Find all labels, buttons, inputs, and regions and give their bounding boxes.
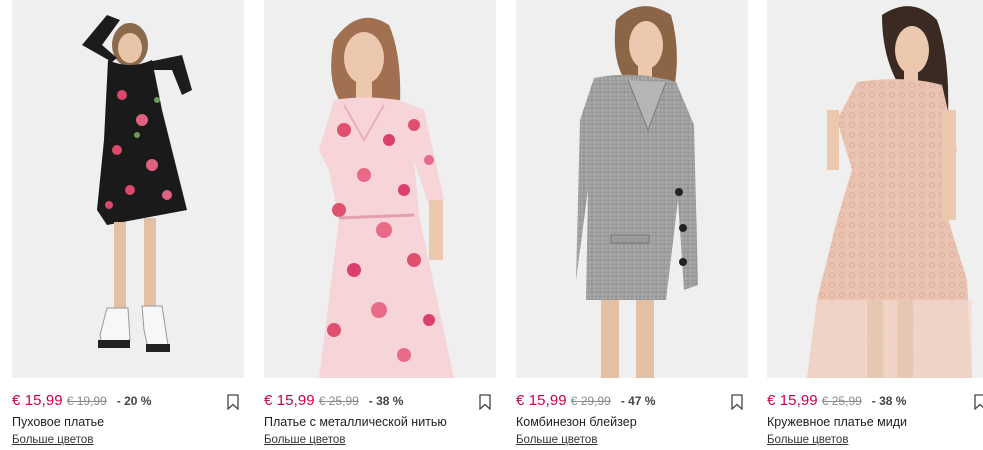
product-meta: € 15,99 € 29,99 - 47 % Комбинезон блейзе… [516, 378, 748, 450]
more-colors-link[interactable]: Больше цветов [12, 434, 93, 446]
product-name[interactable]: Кружевное платье миди [767, 415, 907, 429]
product-grid: € 15,99 € 19,99 - 20 % Пуховое платье Бо… [0, 0, 983, 450]
product-image-floral-pink-dress[interactable] [264, 0, 496, 378]
product-image-lace-midi-dress[interactable] [767, 0, 983, 378]
discount-badge: - 20 % [116, 394, 152, 408]
current-price: € 15,99 [767, 392, 818, 409]
product-card: € 15,99 € 19,99 - 20 % Пуховое платье Бо… [12, 0, 244, 450]
old-price: € 25,99 [821, 394, 862, 408]
discount-badge: - 38 % [871, 394, 907, 408]
current-price: € 15,99 [12, 392, 63, 409]
price-row: € 15,99 € 25,99 - 38 % [767, 392, 983, 412]
product-meta: € 15,99 € 19,99 - 20 % Пуховое платье Бо… [12, 378, 244, 450]
bookmark-icon[interactable] [973, 394, 983, 411]
discount-badge: - 38 % [368, 394, 404, 408]
current-price: € 15,99 [264, 392, 315, 409]
product-meta: € 15,99 € 25,99 - 38 % Кружевное платье … [767, 378, 983, 450]
more-colors-link[interactable]: Больше цветов [516, 434, 597, 446]
product-name[interactable]: Пуховое платье [12, 415, 104, 429]
product-image-check-blazer-playsuit[interactable] [516, 0, 748, 378]
product-card: € 15,99 € 25,99 - 38 % Платье с металлич… [264, 0, 496, 450]
more-colors-link[interactable]: Больше цветов [264, 434, 345, 446]
bookmark-icon[interactable] [478, 394, 492, 411]
bookmark-icon[interactable] [730, 394, 744, 411]
old-price: € 19,99 [66, 394, 107, 408]
bookmark-icon[interactable] [226, 394, 240, 411]
price-row: € 15,99 € 19,99 - 20 % [12, 392, 244, 412]
old-price: € 25,99 [318, 394, 359, 408]
product-name[interactable]: Платье с металлической нитью [264, 415, 447, 429]
product-card: € 15,99 € 29,99 - 47 % Комбинезон блейзе… [516, 0, 748, 450]
more-colors-link[interactable]: Больше цветов [767, 434, 848, 446]
old-price: € 29,99 [570, 394, 611, 408]
product-image-floral-black-dress[interactable] [12, 0, 244, 378]
price-row: € 15,99 € 25,99 - 38 % [264, 392, 496, 412]
product-name[interactable]: Комбинезон блейзер [516, 415, 637, 429]
price-row: € 15,99 € 29,99 - 47 % [516, 392, 748, 412]
current-price: € 15,99 [516, 392, 567, 409]
product-meta: € 15,99 € 25,99 - 38 % Платье с металлич… [264, 378, 496, 450]
product-card: € 15,99 € 25,99 - 38 % Кружевное платье … [767, 0, 983, 450]
discount-badge: - 47 % [620, 394, 656, 408]
